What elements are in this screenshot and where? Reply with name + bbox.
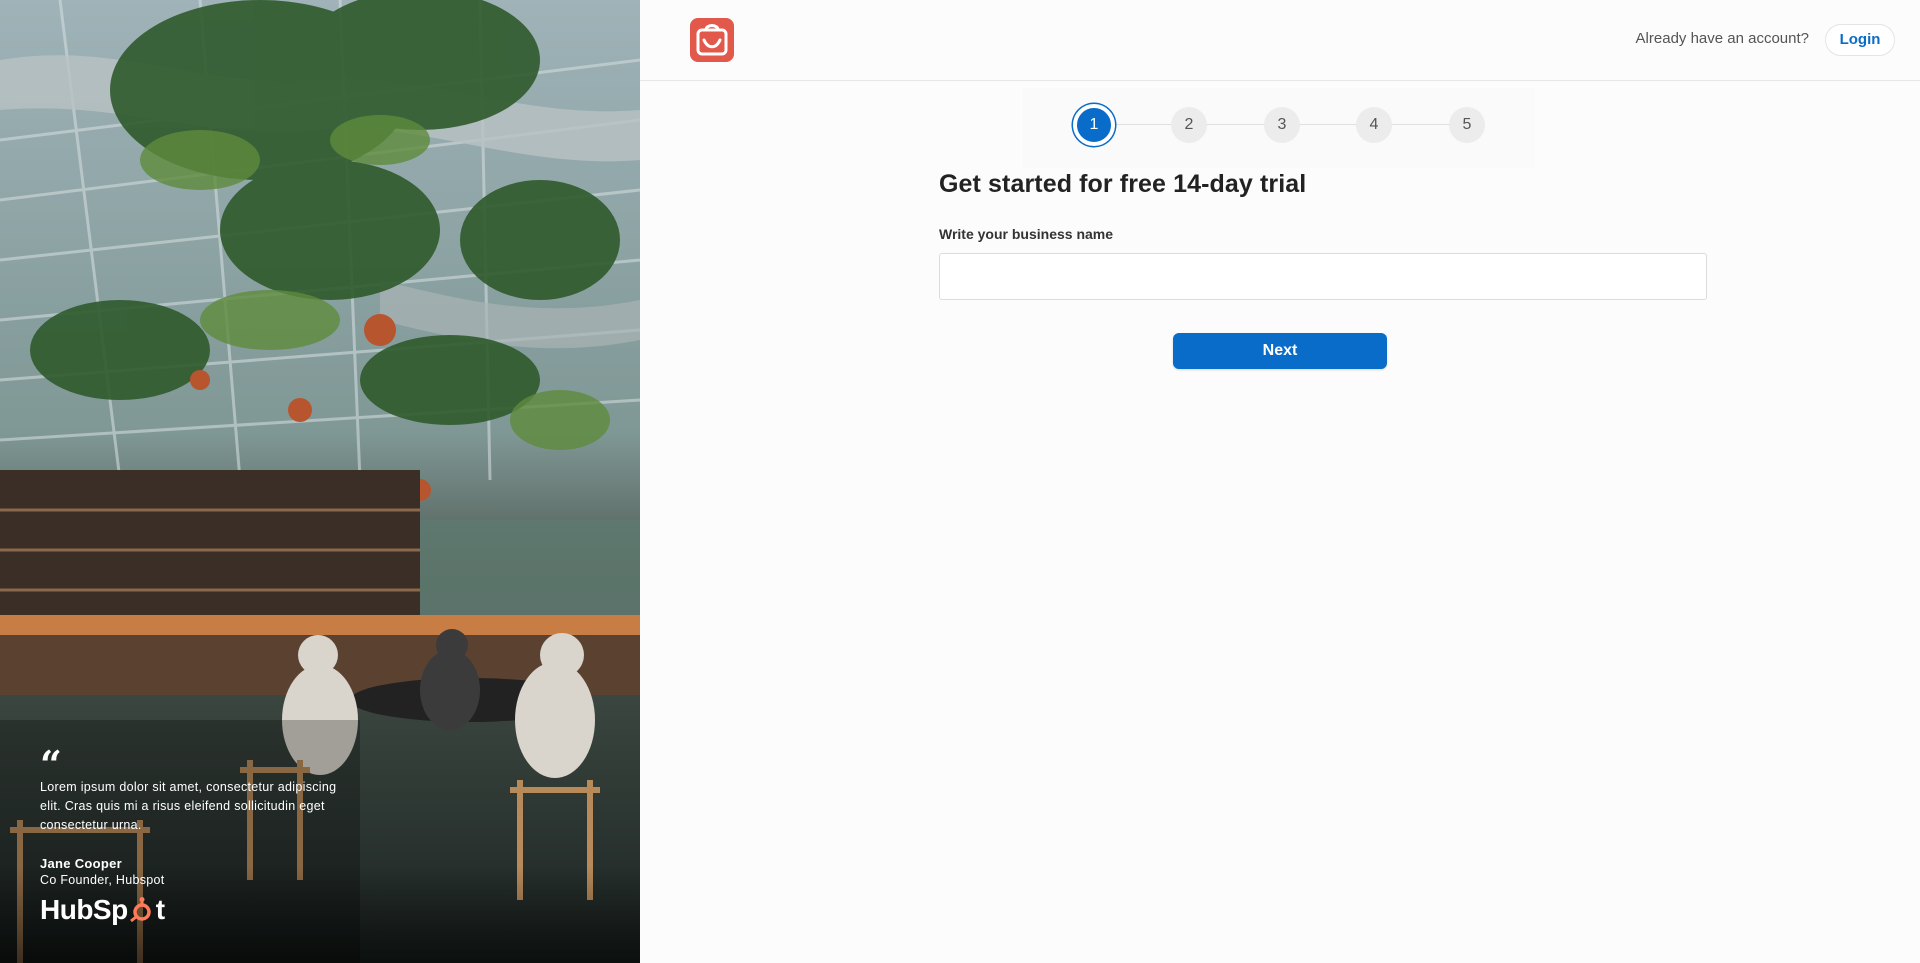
signup-page: “ Lorem ipsum dolor sit amet, consectetu…: [0, 0, 1920, 963]
step-1[interactable]: 1: [1073, 104, 1115, 146]
business-name-label: Write your business name: [939, 226, 1114, 242]
brand-text-right: t: [155, 894, 165, 925]
page-title: Get started for free 14-day trial: [939, 170, 1307, 198]
step-4[interactable]: 4: [1356, 107, 1392, 143]
business-name-input[interactable]: [939, 253, 1707, 300]
progress-stepper: 1 2 3 4 5: [1023, 88, 1535, 168]
step-5[interactable]: 5: [1449, 107, 1485, 143]
top-header: Already have an account? Login: [640, 0, 1920, 81]
have-account-text: Already have an account?: [1635, 30, 1809, 47]
author-name: Jane Cooper: [40, 856, 123, 871]
brand-text-left: HubSp: [40, 894, 128, 925]
testimonial-author: Jane Cooper Co Founder, Hubspot: [40, 856, 165, 887]
testimonial-quote: Lorem ipsum dolor sit amet, consectetur …: [40, 780, 337, 832]
smiley-bag-icon: [696, 24, 728, 56]
app-logo[interactable]: [690, 18, 734, 62]
step-connector: [1115, 124, 1175, 125]
step-connector: [1300, 124, 1360, 125]
step-3[interactable]: 3: [1264, 107, 1300, 143]
quote-mark-icon: “: [40, 742, 62, 787]
step-2[interactable]: 2: [1171, 107, 1207, 143]
step-connector: [1207, 124, 1267, 125]
stepper-track: 1 2 3 4 5: [1073, 104, 1487, 146]
testimonial: “ Lorem ipsum dolor sit amet, consectetu…: [40, 742, 340, 835]
sprocket-icon: [129, 897, 151, 923]
next-button[interactable]: Next: [1173, 333, 1387, 369]
hero-photo-panel: “ Lorem ipsum dolor sit amet, consectetu…: [0, 0, 640, 963]
author-role: Co Founder, Hubspot: [40, 873, 165, 887]
login-button[interactable]: Login: [1825, 24, 1895, 56]
step-connector: [1392, 124, 1452, 125]
hubspot-logo: HubSp t: [40, 893, 165, 927]
